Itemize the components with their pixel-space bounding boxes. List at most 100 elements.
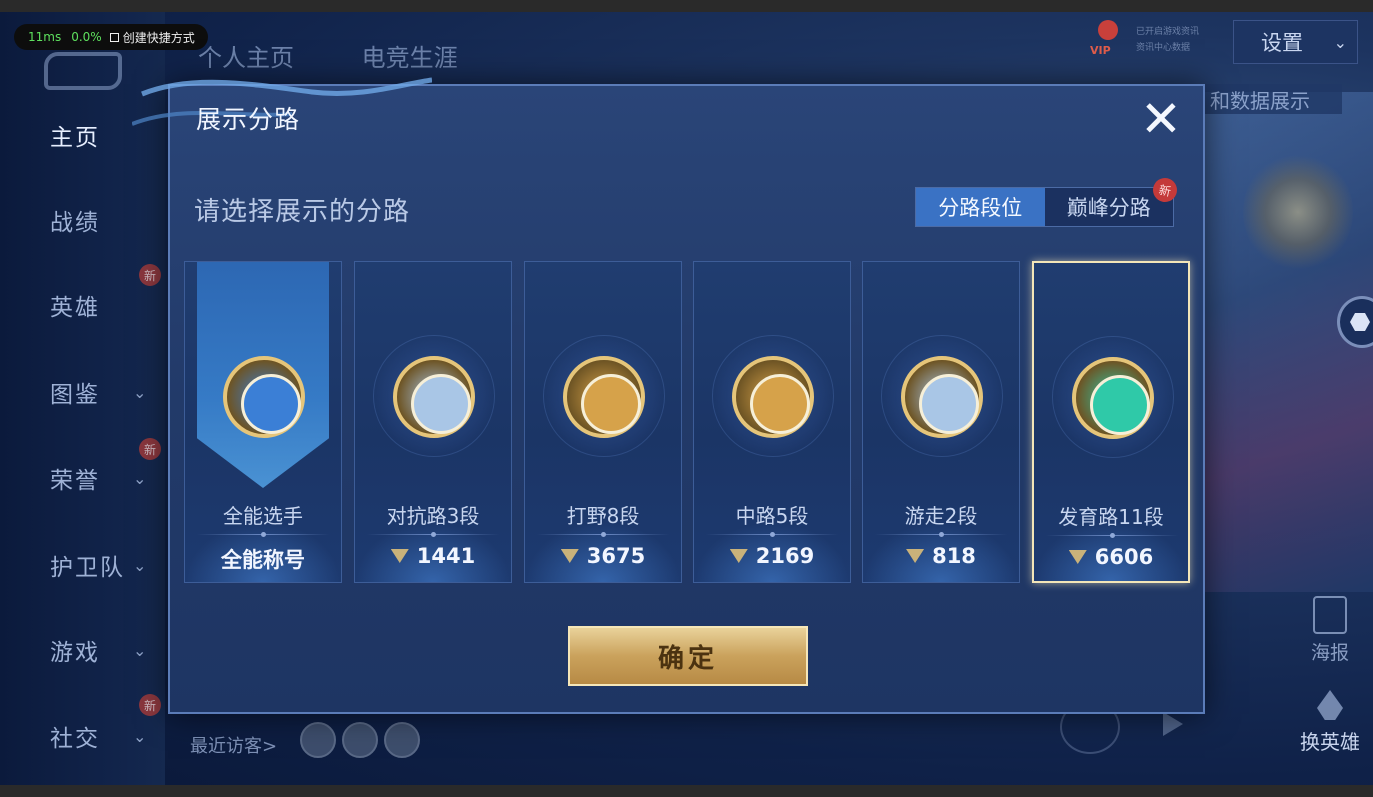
swap-hero-label: 换英雄 <box>1300 730 1360 754</box>
divider-dot <box>939 532 944 537</box>
lane-card[interactable]: 打野8段 3675 <box>524 261 682 583</box>
score-icon <box>560 549 579 563</box>
divider-dot <box>601 532 606 537</box>
lane-cards: 全能选手 全能称号 对抗路3段 1441 打野8段 3675 中路5段 2169 游走2段 818… <box>184 261 1194 583</box>
play-icon[interactable] <box>1163 712 1183 736</box>
sidebar-item[interactable]: 荣誉 ⌄ <box>0 458 165 498</box>
jungle-emblem-icon <box>563 356 645 438</box>
close-icon: ✕ <box>1140 90 1182 148</box>
new-badge: 新 <box>139 694 161 716</box>
lane-name: 中路5段 <box>735 504 809 528</box>
vip-badge[interactable]: VIP <box>1090 20 1126 60</box>
poster-icon <box>1313 596 1347 634</box>
lane-score: 3675 <box>525 544 681 568</box>
sidebar-item-label: 英雄 <box>50 295 100 321</box>
lane-display-dialog: 展示分路 ✕ 请选择展示的分路 分路段位 巅峰分路 新 全能选手 全能称号 对抗路3… <box>132 77 1205 714</box>
top-info-line: 资讯中心数据 <box>1136 43 1191 53</box>
lane-card[interactable]: 全能选手 全能称号 <box>184 261 342 583</box>
lane-score: 6606 <box>1034 545 1188 569</box>
confirm-button[interactable]: 确定 <box>568 626 808 686</box>
new-badge: 新 <box>1150 175 1180 205</box>
lane-score: 全能称号 <box>185 544 341 574</box>
avatar[interactable] <box>384 722 420 758</box>
lane-card[interactable]: 中路5段 2169 <box>693 261 851 583</box>
lane-card[interactable]: 发育路11段 6606 <box>1032 261 1190 583</box>
lane-card[interactable]: 对抗路3段 1441 <box>354 261 512 583</box>
recent-visitors-link[interactable]: 最近访客> <box>190 732 277 758</box>
lane-score-value: 3675 <box>586 544 646 568</box>
hexagon-icon <box>1350 313 1370 331</box>
settings-label: 设置 <box>1261 31 1303 55</box>
sidebar-item-label: 战绩 <box>50 210 100 236</box>
sidebar-item-label: 图鉴 <box>50 382 100 408</box>
divider-dot <box>1110 533 1115 538</box>
lane-card[interactable]: 游走2段 818 <box>862 261 1020 583</box>
sidebar-item-label: 荣誉 <box>50 468 100 494</box>
lane-score: 818 <box>863 544 1019 568</box>
lane-score-value: 2169 <box>755 544 815 568</box>
lane-name: 打野8段 <box>566 504 640 528</box>
data-display-button[interactable]: 和数据展示 <box>1202 84 1342 114</box>
lane-score-value: 818 <box>932 544 976 568</box>
tab-lane-rank-label: 分路段位 <box>938 196 1023 220</box>
lane-name: 全能选手 <box>223 504 303 528</box>
shortcut-icon <box>109 32 119 42</box>
tab-peak-lane-label: 巅峰分路 <box>1066 196 1151 220</box>
dialog-title: 展示分路 <box>196 105 301 134</box>
tab-esports[interactable]: 电竞生涯 <box>362 44 458 72</box>
settings-button[interactable]: 设置 ⌄ <box>1233 20 1358 64</box>
window-top-bar <box>0 0 1373 12</box>
sidebar-item-label: 游戏 <box>50 640 100 666</box>
top-info: 已开启游戏资讯 资讯中心数据 <box>1136 24 1220 56</box>
lane-name: 游走2段 <box>904 504 978 528</box>
poster-button[interactable]: 海报 <box>1298 596 1362 665</box>
clash-lane-emblem-icon <box>393 356 475 438</box>
top-info-line: 已开启游戏资讯 <box>1136 27 1200 37</box>
background-art-detail <box>1243 152 1353 272</box>
chevron-down-icon: ⌄ <box>133 468 147 488</box>
tab-peak-lane[interactable]: 巅峰分路 新 <box>1045 175 1180 226</box>
create-shortcut-button[interactable]: 创建快捷方式 <box>109 29 195 46</box>
score-icon <box>1068 550 1087 564</box>
lane-name: 发育路11段 <box>1058 505 1164 529</box>
window-bottom-bar <box>0 785 1373 797</box>
flame-icon <box>1317 690 1343 720</box>
tab-profile[interactable]: 个人主页 <box>198 44 294 72</box>
divider-dot <box>261 532 266 537</box>
avatar[interactable] <box>300 722 336 758</box>
divider-dot <box>770 532 775 537</box>
top-tabs: 个人主页 电竞生涯 <box>198 38 518 73</box>
lane-score-value: 全能称号 <box>221 548 305 572</box>
lane-score: 2169 <box>694 544 850 568</box>
divider-dot <box>431 532 436 537</box>
create-shortcut-label: 创建快捷方式 <box>122 30 195 45</box>
sidebar-item[interactable]: 主页 <box>0 115 165 155</box>
sidebar-item-label: 护卫队 <box>50 555 125 581</box>
lane-score: 1441 <box>355 544 511 568</box>
sidebar-item[interactable]: 游戏 ⌄ <box>0 630 165 670</box>
tab-lane-rank[interactable]: 分路段位 <box>916 188 1045 226</box>
chevron-down-icon: ⌄ <box>133 382 147 402</box>
dialog-subtitle: 请选择展示的分路 <box>194 197 411 227</box>
poster-label: 海报 <box>1310 642 1349 664</box>
chevron-down-icon: ⌄ <box>133 640 147 660</box>
lane-name: 对抗路3段 <box>386 504 480 528</box>
sidebar-item-label: 主页 <box>50 125 100 151</box>
avatar[interactable] <box>342 722 378 758</box>
performance-overlay: 11ms 0.0% 创建快捷方式 <box>14 24 208 50</box>
close-button[interactable]: ✕ <box>1136 94 1186 144</box>
sidebar-item[interactable]: 英雄 <box>0 285 165 325</box>
new-badge: 新 <box>139 438 161 460</box>
sidebar-item[interactable]: 图鉴 ⌄ <box>0 372 165 412</box>
logo-icon <box>44 52 122 90</box>
sidebar-item[interactable]: 战绩 <box>0 200 165 240</box>
sidebar-item[interactable]: 社交 ⌄ <box>0 716 165 756</box>
sidebar-item[interactable]: 护卫队 ⌄ <box>0 545 165 585</box>
mid-lane-emblem-icon <box>732 356 814 438</box>
sidebar-item-label: 社交 <box>50 726 100 752</box>
score-icon <box>729 549 748 563</box>
swap-hero-button[interactable]: 换英雄 <box>1292 690 1368 755</box>
score-icon <box>390 549 409 563</box>
data-display-label: 和数据展示 <box>1210 88 1310 113</box>
chevron-down-icon: ⌄ <box>133 555 147 575</box>
